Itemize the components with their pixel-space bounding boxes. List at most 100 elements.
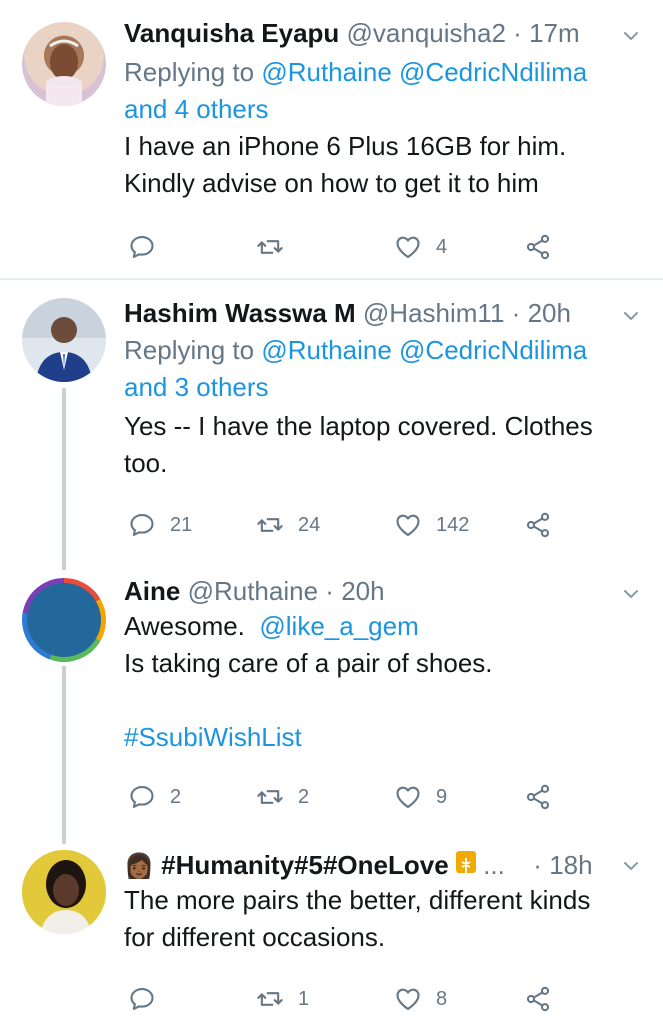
reply-count: 2 <box>170 785 182 808</box>
reply-context: Replying to @Ruthaine @CedricNdilima and… <box>124 332 643 406</box>
reply-context: Replying to @Ruthaine @CedricNdilima and… <box>124 54 643 128</box>
tweet-text: Yes -- I have the laptop covered. Clothe… <box>124 408 643 482</box>
chevron-down-icon[interactable] <box>621 26 641 46</box>
timestamp[interactable]: 20h <box>528 298 571 328</box>
tweet-text-line: Yes -- I have the laptop covered. Clothe… <box>124 411 593 441</box>
display-name[interactable]: Aine <box>124 576 180 606</box>
share-icon <box>524 511 552 539</box>
retweet-count: 24 <box>298 513 321 536</box>
like-icon <box>394 233 422 261</box>
separator-dot: · <box>325 576 334 606</box>
avatar[interactable] <box>22 298 106 382</box>
like-count: 8 <box>436 987 448 1010</box>
replying-to-label: Replying to <box>124 57 262 87</box>
tweet-4[interactable]: 👩🏾 #Humanity#5#OneLove ... · 18h The mor… <box>0 848 663 1024</box>
reply-count: 21 <box>170 513 193 536</box>
tweet-text: I have an iPhone 6 Plus 16GB for him. Ki… <box>124 128 643 202</box>
like-icon <box>394 783 422 811</box>
retweet-button[interactable]: 24 <box>256 508 320 542</box>
like-button[interactable]: 4 <box>394 230 447 264</box>
tweet-1[interactable]: Vanquisha Eyapu @vanquisha2 · 17m Replyi… <box>0 0 663 278</box>
like-icon <box>394 985 422 1013</box>
reply-button[interactable]: 21 <box>128 508 192 542</box>
tweet-divider <box>0 278 663 280</box>
user-handle[interactable]: @vanquisha2 <box>347 18 506 48</box>
tweet-text-line: Is taking care of a pair of shoes. <box>124 648 493 678</box>
retweet-button[interactable]: 2 <box>256 780 309 814</box>
avatar[interactable] <box>22 850 106 934</box>
like-count: 9 <box>436 785 448 808</box>
tweet-header: 👩🏾 #Humanity#5#OneLove ... · 18h <box>124 848 619 884</box>
tweet-header: Aine @Ruthaine · 20h <box>124 574 623 608</box>
tweet-text-line: too. <box>124 448 168 478</box>
medical-symbol-icon <box>455 851 476 874</box>
user-handle[interactable]: @Hashim11 <box>363 298 505 328</box>
tweet-header: Hashim Wasswa M @Hashim11 · 20h <box>124 296 623 330</box>
tweet-text-line: Kindly advise on how to get it to him <box>124 168 539 198</box>
retweet-count: 1 <box>298 987 310 1010</box>
timestamp[interactable]: 18h <box>549 850 592 880</box>
mention-link[interactable]: @CedricNdilima <box>399 57 587 87</box>
avatar[interactable] <box>22 578 106 662</box>
tweet-text-line: for different occasions. <box>124 922 386 952</box>
tweet-header: Vanquisha Eyapu @vanquisha2 · 17m <box>124 16 623 50</box>
like-button[interactable]: 142 <box>394 508 469 542</box>
tweet-3[interactable]: Aine @Ruthaine · 20h Awesome. @like_a_ge… <box>0 574 663 836</box>
retweet-button[interactable] <box>256 230 298 264</box>
hashtag-link[interactable]: #SsubiWishList <box>124 719 643 756</box>
timestamp[interactable]: 17m <box>529 18 580 48</box>
action-bar: 1 8 <box>124 982 643 1016</box>
replying-to-label: Replying to <box>124 335 262 365</box>
share-icon <box>524 783 552 811</box>
reply-icon <box>128 233 156 261</box>
mention-link[interactable]: @Ruthaine <box>261 335 391 365</box>
retweet-icon <box>256 511 284 539</box>
tweet-text: The more pairs the better, different kin… <box>124 882 643 956</box>
tweet-2[interactable]: Hashim Wasswa M @Hashim11 · 20h Replying… <box>0 296 663 566</box>
like-button[interactable]: 9 <box>394 780 447 814</box>
reply-icon <box>128 985 156 1013</box>
reply-button[interactable]: 2 <box>128 780 181 814</box>
like-count: 142 <box>436 513 470 536</box>
separator-dot: · <box>511 298 521 328</box>
display-name[interactable]: #Humanity#5#OneLove <box>161 850 449 880</box>
reply-icon <box>128 511 156 539</box>
action-bar: 4 <box>124 230 643 264</box>
mention-link[interactable]: @Ruthaine <box>261 57 391 87</box>
retweet-button[interactable]: 1 <box>256 982 309 1016</box>
display-name[interactable]: Vanquisha Eyapu <box>124 18 339 48</box>
retweet-count: 2 <box>298 785 310 808</box>
chevron-down-icon[interactable] <box>621 584 641 604</box>
share-button[interactable] <box>524 982 552 1016</box>
tweet-text-line: The more pairs the better, different kin… <box>124 885 591 915</box>
retweet-icon <box>256 783 284 811</box>
reply-button[interactable] <box>128 230 170 264</box>
mention-link[interactable]: @like_a_gem <box>259 611 418 641</box>
retweet-icon <box>256 985 284 1013</box>
timestamp[interactable]: 20h <box>341 576 384 606</box>
avatar[interactable] <box>22 22 106 106</box>
user-handle[interactable]: @Ruthaine <box>188 576 318 606</box>
chevron-down-icon[interactable] <box>621 306 641 326</box>
woman-emoji-icon: 👩🏾 <box>124 853 154 880</box>
share-icon <box>524 233 552 261</box>
reply-icon <box>128 783 156 811</box>
others-link[interactable]: and 3 others <box>124 372 269 402</box>
separator-dot: · <box>513 18 522 48</box>
like-button[interactable]: 8 <box>394 982 447 1016</box>
share-button[interactable] <box>524 780 552 814</box>
tweet-text-line: Awesome. <box>124 611 245 641</box>
tweet-text-line: I have an iPhone 6 Plus 16GB for him. <box>124 131 567 161</box>
name-ellipsis: ... <box>483 850 505 880</box>
action-bar: 21 24 142 <box>124 508 643 542</box>
share-button[interactable] <box>524 508 552 542</box>
like-count: 4 <box>436 235 448 258</box>
share-button[interactable] <box>524 230 552 264</box>
separator-dot: · <box>533 850 542 880</box>
others-link[interactable]: and 4 others <box>124 94 269 124</box>
share-icon <box>524 985 552 1013</box>
mention-link[interactable]: @CedricNdilima <box>399 335 587 365</box>
reply-button[interactable] <box>128 982 170 1016</box>
chevron-down-icon[interactable] <box>621 856 641 876</box>
display-name[interactable]: Hashim Wasswa M <box>124 298 356 328</box>
